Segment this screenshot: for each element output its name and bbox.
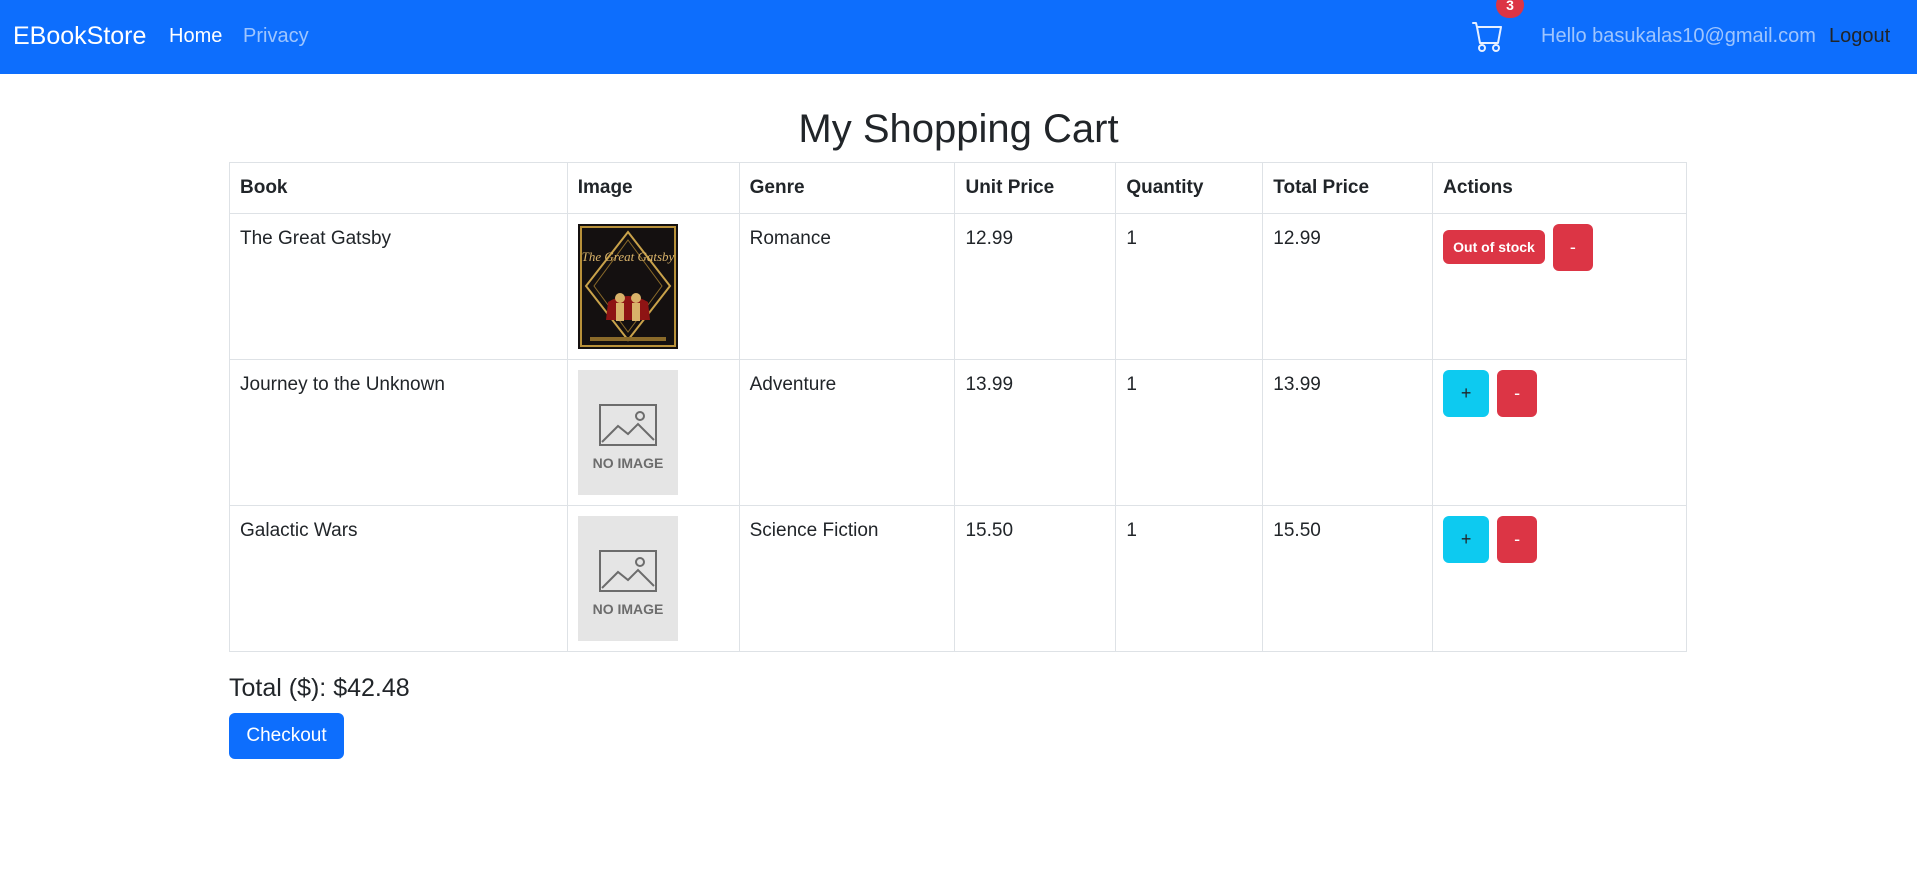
image-cell: NO IMAGE xyxy=(566,359,740,506)
actions-cell: + - xyxy=(1432,359,1687,506)
svg-text:NO IMAGE: NO IMAGE xyxy=(592,455,663,471)
total-price: 15.50 xyxy=(1262,505,1434,652)
column-header-actions: Actions xyxy=(1432,162,1687,214)
cart-table: Book Image Genre Unit Price Quantity Tot… xyxy=(229,162,1687,652)
table-row: Journey to the Unknown NO IMAGE Adventur… xyxy=(229,359,1687,506)
genre: Adventure xyxy=(738,359,956,506)
quantity: 1 xyxy=(1115,505,1264,652)
decrease-quantity-button[interactable]: - xyxy=(1497,370,1538,417)
svg-text:The Great Gatsby: The Great Gatsby xyxy=(581,249,674,264)
total-price: 12.99 xyxy=(1262,213,1434,360)
image-cell: NO IMAGE xyxy=(566,505,740,652)
table-header-row: Book Image Genre Unit Price Quantity Tot… xyxy=(229,162,1687,214)
unit-price: 13.99 xyxy=(954,359,1117,506)
actions-cell: + - xyxy=(1432,505,1687,652)
unit-price: 15.50 xyxy=(954,505,1117,652)
column-header-unit-price: Unit Price xyxy=(954,162,1117,214)
navbar: EBookStore Home Privacy 3 Hello basukala… xyxy=(0,0,1917,74)
total-price: 13.99 xyxy=(1262,359,1434,506)
brand-link[interactable]: EBookStore xyxy=(13,20,146,52)
book-cover-image: The Great Gatsby xyxy=(577,224,678,349)
decrease-quantity-button[interactable]: - xyxy=(1552,224,1593,271)
increase-quantity-button[interactable]: + xyxy=(1443,516,1490,563)
checkout-button[interactable]: Checkout xyxy=(229,713,344,759)
logout-link[interactable]: Logout xyxy=(1829,23,1890,49)
column-header-image: Image xyxy=(566,162,740,214)
quantity: 1 xyxy=(1115,359,1264,506)
book-title: The Great Gatsby xyxy=(229,213,568,360)
decrease-quantity-button[interactable]: - xyxy=(1497,516,1538,563)
column-header-quantity: Quantity xyxy=(1115,162,1264,214)
column-header-genre: Genre xyxy=(738,162,956,214)
unit-price: 12.99 xyxy=(954,213,1117,360)
nav-privacy-link[interactable]: Privacy xyxy=(243,23,309,49)
page-title: My Shopping Cart xyxy=(798,107,1119,151)
cart-count-badge: 3 xyxy=(1496,0,1524,18)
quantity: 1 xyxy=(1115,213,1264,360)
no-image-placeholder: NO IMAGE xyxy=(577,516,678,641)
svg-text:NO IMAGE: NO IMAGE xyxy=(592,601,663,617)
column-header-total-price: Total Price xyxy=(1262,162,1434,214)
user-greeting-link[interactable]: Hello basukalas10@gmail.com xyxy=(1541,23,1816,49)
table-row: Galactic Wars NO IMAGE Science Fiction 1… xyxy=(229,505,1687,652)
out-of-stock-button[interactable]: Out of stock xyxy=(1443,230,1545,264)
genre: Romance xyxy=(738,213,956,360)
actions-cell: Out of stock - xyxy=(1432,213,1687,360)
nav-home-link[interactable]: Home xyxy=(169,23,222,49)
increase-quantity-button[interactable]: + xyxy=(1443,370,1490,417)
cart-icon[interactable] xyxy=(1472,20,1504,52)
book-title: Journey to the Unknown xyxy=(229,359,568,506)
image-cell: The Great Gatsby xyxy=(566,213,740,360)
no-image-placeholder: NO IMAGE xyxy=(577,370,678,495)
genre: Science Fiction xyxy=(738,505,956,652)
cart-total: Total ($): $42.48 xyxy=(229,674,410,702)
book-title: Galactic Wars xyxy=(229,505,568,652)
table-row: The Great Gatsby The Great Gatsby Romanc… xyxy=(229,213,1687,360)
column-header-book: Book xyxy=(229,162,568,214)
